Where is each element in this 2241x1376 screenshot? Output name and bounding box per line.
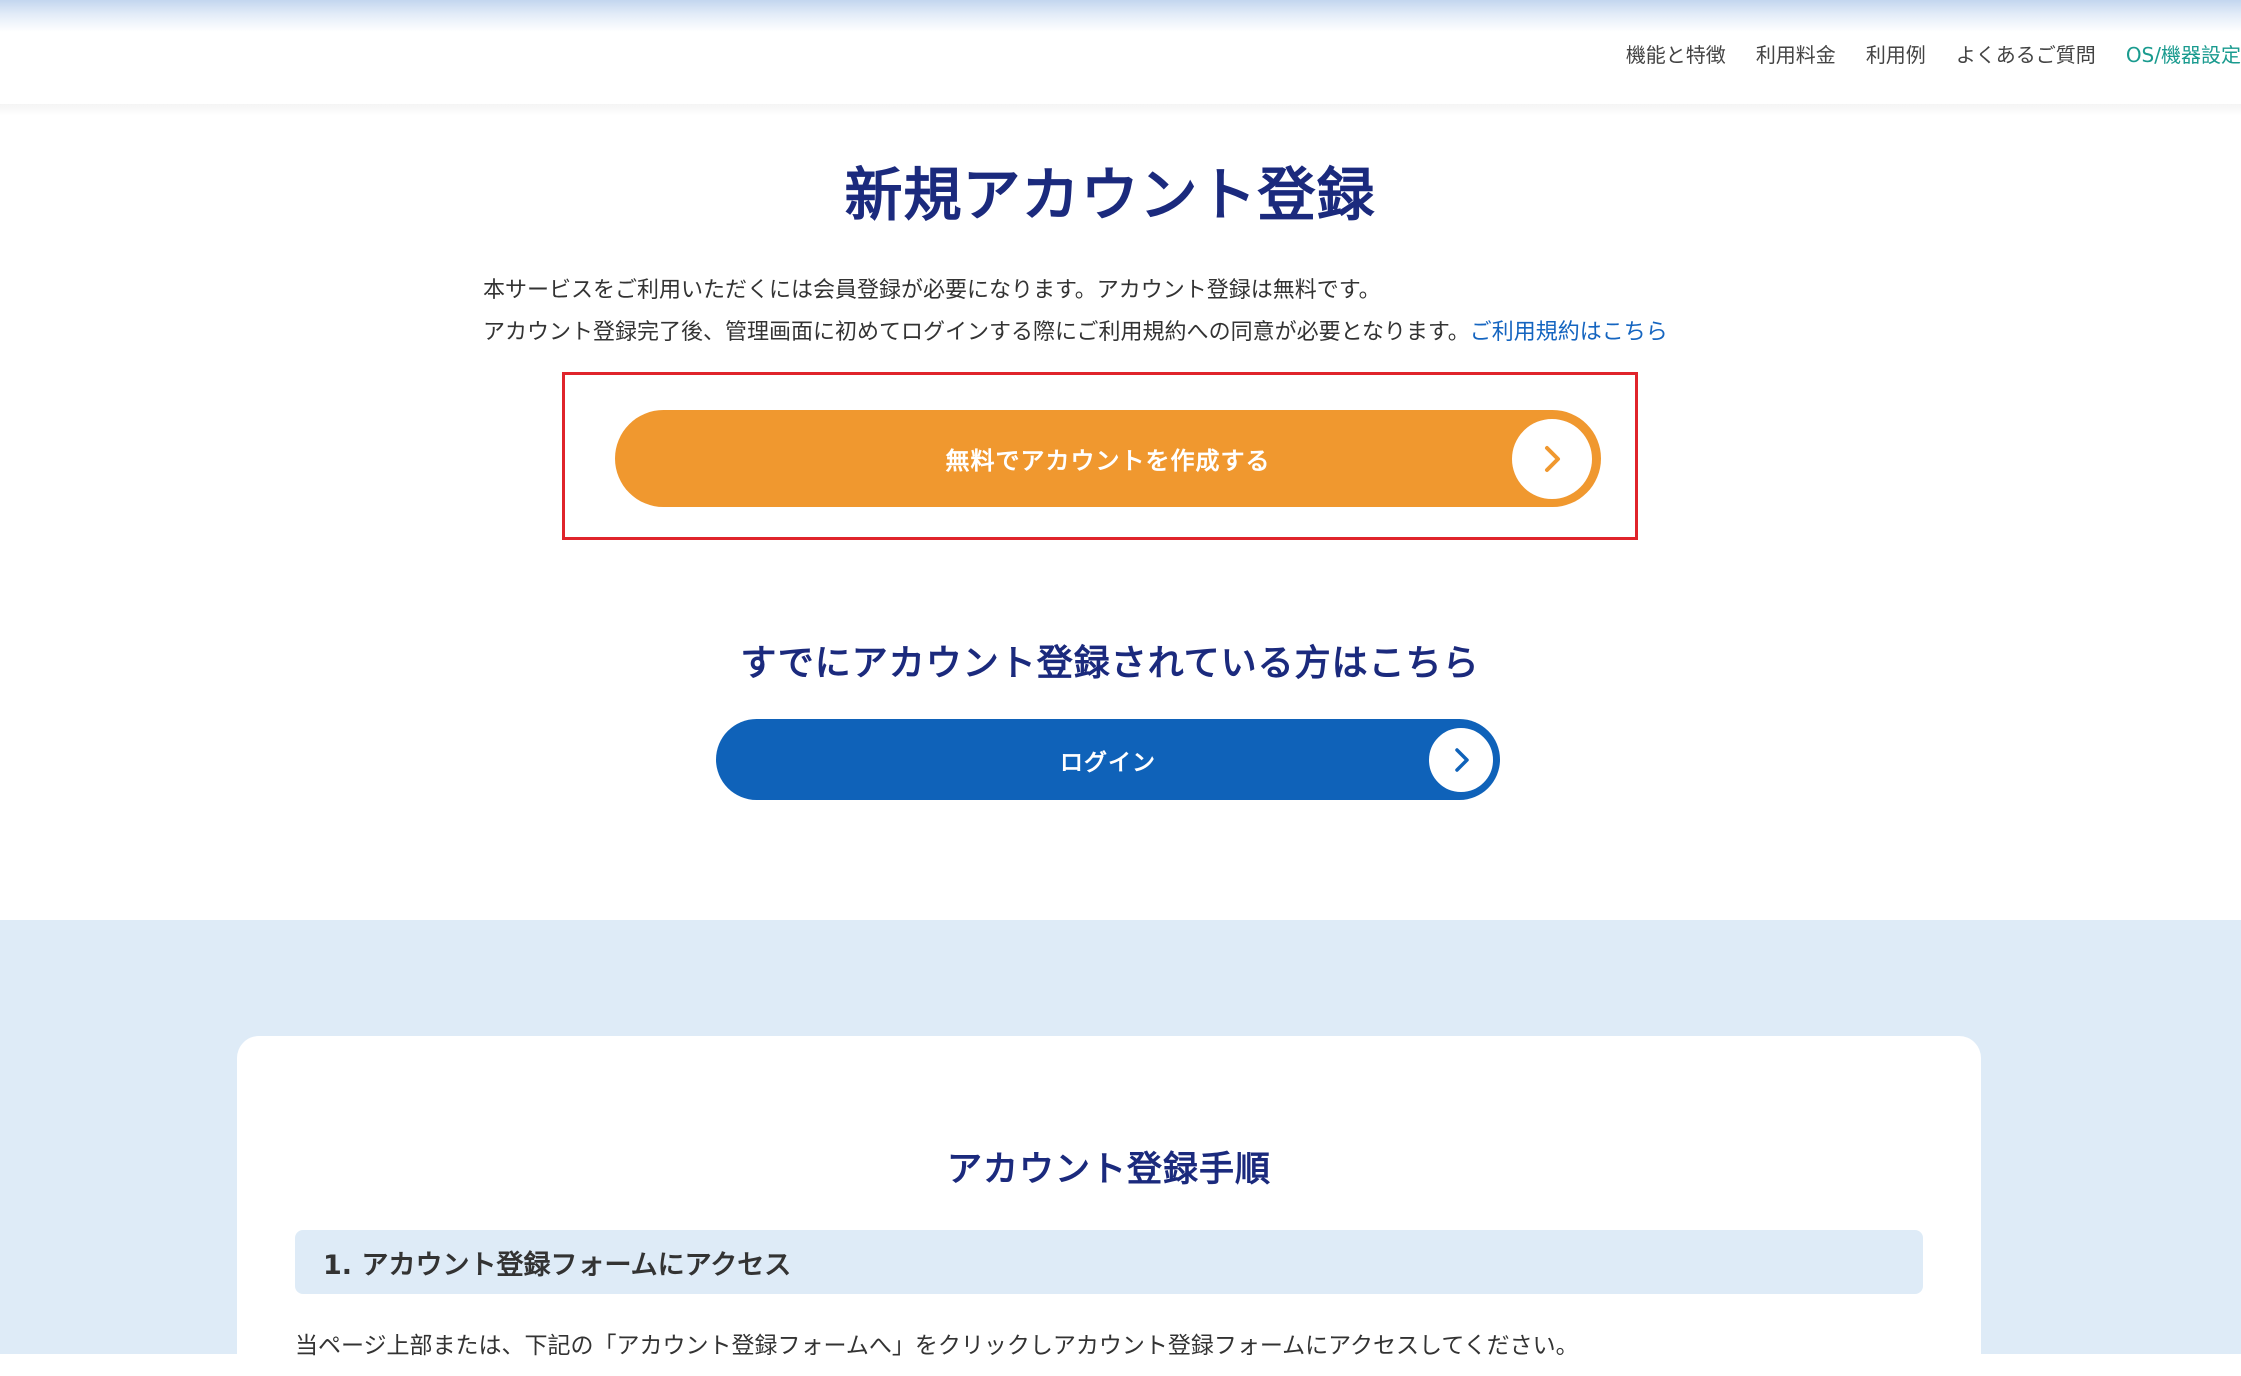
top-gradient-bar: [0, 0, 2241, 32]
create-account-button-label: 無料でアカウントを作成する: [945, 447, 1271, 475]
intro-line-1: 本サービスをご利用いただくには会員登録が必要になります。アカウント登録は無料です…: [483, 278, 1381, 303]
nav-item-faq[interactable]: よくあるご質問: [1956, 39, 2096, 68]
chevron-right-icon: [1509, 415, 1595, 502]
top-navigation: 機能と特徴 利用料金 利用例 よくあるご質問 OS/機器設定: [1626, 36, 2241, 70]
step-1-header: 1. アカウント登録フォームにアクセス: [295, 1230, 1923, 1294]
chevron-right-icon: [1426, 724, 1496, 795]
intro-text: 本サービスをご利用いただくには会員登録が必要になります。アカウント登録は無料です…: [483, 270, 1668, 354]
intro-line-2: アカウント登録完了後、管理画面に初めてログインする際にご利用規約への同意が必要と…: [483, 312, 1668, 354]
login-button-label: ログイン: [1060, 749, 1156, 776]
nav-item-use-cases[interactable]: 利用例: [1866, 39, 1926, 68]
terms-link[interactable]: ご利用規約はこちら: [1470, 320, 1668, 345]
step-1-description: 当ページ上部または、下記の「アカウント登録フォームへ」をクリックしアカウント登録…: [295, 1333, 1579, 1359]
header-divider: [0, 104, 2241, 116]
steps-title: アカウント登録手順: [946, 1150, 1271, 1190]
intro-line-2-text: アカウント登録完了後、管理画面に初めてログインする際にご利用規約への同意が必要と…: [483, 320, 1470, 345]
login-button[interactable]: ログイン: [716, 719, 1500, 800]
step-1-title: 1. アカウント登録フォームにアクセス: [323, 1249, 792, 1281]
steps-card: アカウント登録手順 1. アカウント登録フォームにアクセス 当ページ上部または、…: [237, 1036, 1981, 1376]
nav-item-os-settings[interactable]: OS/機器設定: [2126, 39, 2241, 68]
create-account-button[interactable]: 無料でアカウントを作成する: [615, 410, 1601, 507]
page-title: 新規アカウント登録: [844, 161, 1376, 229]
existing-account-heading: すでにアカウント登録されている方はこちら: [740, 643, 1480, 684]
nav-item-pricing[interactable]: 利用料金: [1756, 39, 1836, 68]
nav-item-features[interactable]: 機能と特徴: [1626, 39, 1726, 68]
